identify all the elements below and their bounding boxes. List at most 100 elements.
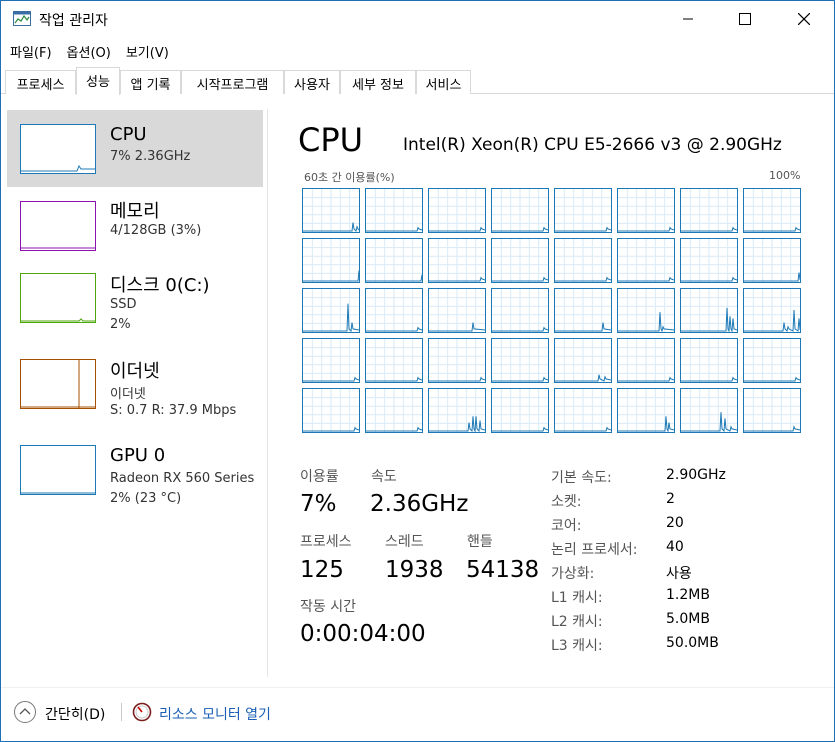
logical-processor-graph (491, 288, 549, 333)
logical-processor-graph (554, 238, 612, 283)
chevron-up-circle-icon[interactable] (13, 700, 37, 724)
utilization-label: 이용률 (300, 469, 339, 485)
title-bar[interactable]: 작업 관리자 (1, 1, 834, 37)
speed-value: 2.36GHz (370, 491, 469, 517)
core-usage-line (303, 189, 359, 232)
core-usage-line (744, 189, 800, 232)
sidebar-item-disk[interactable]: 디스크 0(C:) SSD 2% (7, 259, 263, 339)
core-usage-line (744, 389, 800, 432)
resource-monitor-icon[interactable] (132, 702, 152, 722)
logical-processor-graph (365, 238, 423, 283)
maximize-icon (739, 13, 751, 25)
core-usage-line (429, 289, 485, 332)
threads-value: 1938 (385, 557, 444, 583)
logical-processor-graph (617, 338, 675, 383)
logical-processor-graph (428, 388, 486, 433)
menu-file[interactable]: 파일(F) (1, 39, 58, 63)
tab-processes[interactable]: 프로세스 (5, 70, 76, 94)
tab-app-history[interactable]: 앱 기록 (120, 70, 181, 94)
virtualization-label: 가상화: (551, 566, 595, 582)
logical-processor-graph (491, 238, 549, 283)
base-speed-label: 기본 속도: (551, 470, 612, 486)
core-usage-line (618, 189, 674, 232)
menu-view[interactable]: 보기(V) (117, 39, 175, 63)
tab-startup[interactable]: 시작프로그램 (181, 70, 284, 94)
logical-processor-graph (428, 238, 486, 283)
handles-label: 핸들 (467, 534, 493, 550)
l2-cache-value: 5.0MB (666, 611, 710, 627)
core-usage-line (555, 389, 611, 432)
threads-label: 스레드 (385, 534, 424, 550)
sidebar-item-ethernet[interactable]: 이더넷 이더넷 S: 0.7 R: 37.9 Mbps (7, 345, 263, 425)
close-button[interactable] (781, 1, 827, 37)
minimize-button[interactable] (665, 1, 711, 37)
sidebar-sub-ethernet-throughput: S: 0.7 R: 37.9 Mbps (110, 403, 237, 418)
virtualization-value: 사용 (666, 566, 692, 582)
logical-processor-graph (302, 338, 360, 383)
sidebar-title-memory: 메모리 (110, 201, 160, 222)
logical-processor-graph (302, 388, 360, 433)
core-usage-line (366, 239, 422, 282)
menu-bar: 파일(F) 옵션(O) 보기(V) (1, 39, 175, 63)
logical-processor-graph (617, 188, 675, 233)
core-usage-line (555, 189, 611, 232)
logical-processors-value: 40 (666, 539, 684, 555)
logical-processor-graph (302, 238, 360, 283)
maximize-button[interactable] (722, 1, 768, 37)
sidebar-item-memory[interactable]: 메모리 4/128GB (3%) (7, 187, 263, 264)
tab-users[interactable]: 사용자 (284, 70, 340, 94)
core-usage-line (681, 339, 737, 382)
tab-details[interactable]: 세부 정보 (340, 70, 416, 94)
sockets-label: 소켓: (551, 494, 582, 510)
sidebar-title-gpu: GPU 0 (110, 445, 166, 466)
core-usage-line (303, 289, 359, 332)
logical-processor-graph (743, 188, 801, 233)
menu-options[interactable]: 옵션(O) (58, 39, 117, 63)
core-usage-line (618, 289, 674, 332)
sidebar-item-cpu[interactable]: CPU 7% 2.36GHz (7, 110, 263, 187)
gpu-thumbnail-line (21, 492, 95, 494)
logical-processor-graph (491, 188, 549, 233)
ethernet-thumbnail-line (21, 360, 95, 408)
core-usage-line (366, 389, 422, 432)
logical-processor-graph (680, 288, 738, 333)
tab-performance[interactable]: 성능 (76, 67, 120, 95)
task-manager-window: 작업 관리자 파일(F) 옵션(O) 보기(V) 프로세스 성능 앱 기록 시작… (0, 0, 835, 742)
graph-time-label: 60초 간 이용률(%) (304, 171, 395, 184)
core-usage-line (681, 389, 737, 432)
core-usage-line (555, 289, 611, 332)
disk-thumbnail-line (21, 318, 95, 322)
memory-thumbnail-graph (20, 201, 96, 251)
logical-processor-graph (680, 338, 738, 383)
memory-thumbnail-line (21, 247, 95, 249)
window-title: 작업 관리자 (39, 13, 108, 29)
sidebar-item-gpu[interactable]: GPU 0 Radeon RX 560 Series 2% (23 °C) (7, 431, 263, 511)
sidebar-divider (267, 109, 268, 677)
logical-processor-graphs[interactable] (302, 188, 804, 434)
core-usage-line (492, 339, 548, 382)
sidebar-sub-cpu: 7% 2.36GHz (110, 149, 191, 164)
fewer-details-button[interactable]: 간단히(D) (45, 704, 105, 724)
cpu-thumbnail-graph (20, 124, 96, 174)
resource-sidebar: CPU 7% 2.36GHz 메모리 4/128GB (3%) 디스크 0(C:… (7, 109, 263, 679)
tab-services[interactable]: 서비스 (416, 70, 471, 94)
core-usage-line (366, 339, 422, 382)
core-usage-line (303, 339, 359, 382)
core-usage-line (429, 239, 485, 282)
uptime-label: 작동 시간 (300, 599, 356, 615)
ethernet-thumbnail-graph (20, 359, 96, 409)
footer-separator (121, 703, 122, 721)
close-icon (798, 13, 810, 25)
sidebar-sub-disk-type: SSD (110, 297, 137, 312)
uptime-value: 0:00:04:00 (300, 621, 426, 647)
tab-bar: 프로세스 성능 앱 기록 시작프로그램 사용자 세부 정보 서비스 (1, 67, 834, 95)
sidebar-sub-disk-usage: 2% (110, 317, 131, 332)
open-resource-monitor-link[interactable]: 리소스 모니터 열기 (159, 704, 271, 724)
core-usage-line (492, 239, 548, 282)
graph-max-label: 100% (769, 169, 801, 182)
core-usage-line (618, 339, 674, 382)
logical-processor-graph (428, 288, 486, 333)
logical-processor-graph (680, 238, 738, 283)
logical-processor-graph (680, 188, 738, 233)
sidebar-sub-gpu-name: Radeon RX 560 Series (110, 471, 255, 486)
